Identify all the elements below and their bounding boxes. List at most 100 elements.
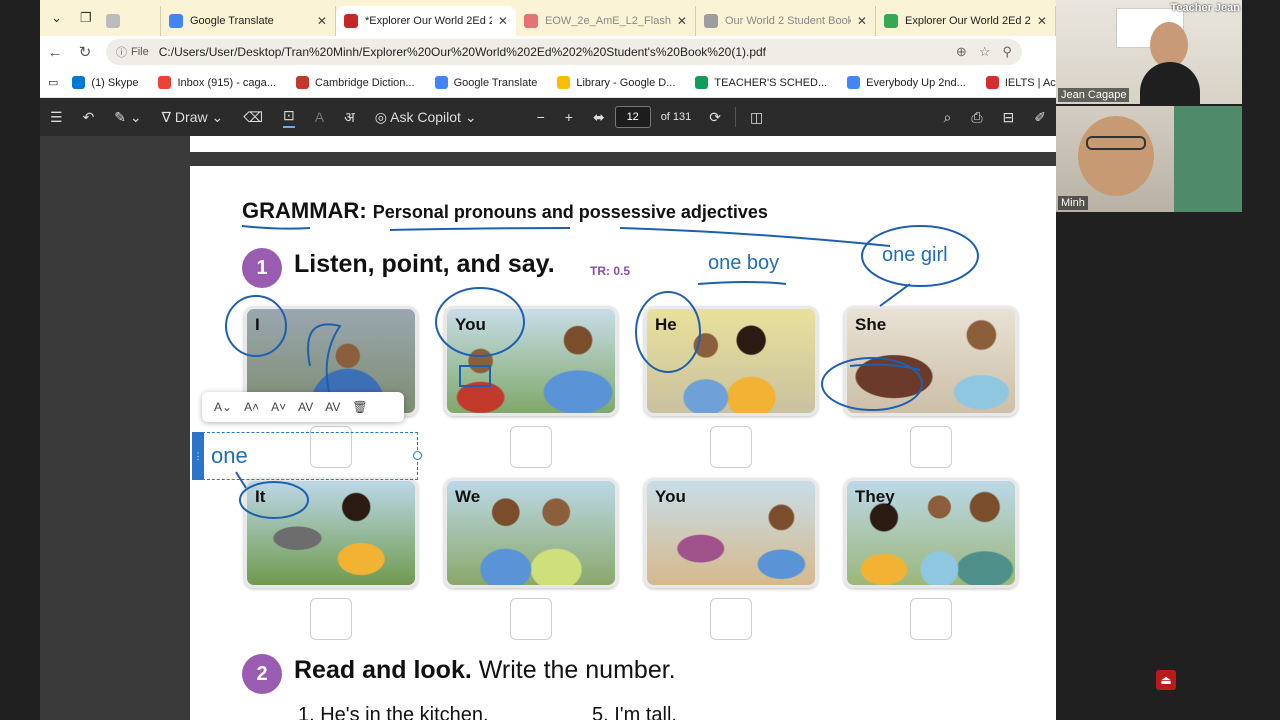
- bookmarks-bar: ▭ (1) Skype Inbox (915) - caga... Cambri…: [40, 68, 1056, 98]
- page-number-input[interactable]: 12: [614, 106, 651, 128]
- tab-explorer-drive[interactable]: Explorer Our World 2Ed 2 SE✕: [876, 6, 1056, 36]
- cambridge-icon: [295, 76, 309, 89]
- tab-strip: ⌄ ❐ Google Translate ✕ *Explorer Our Worl…: [40, 0, 1056, 36]
- contents-icon[interactable]: ☰: [50, 109, 63, 126]
- save-as-icon[interactable]: ✐: [1034, 109, 1046, 126]
- document-area[interactable]: GRAMMAR: Personal pronouns and possessiv…: [40, 136, 1056, 720]
- ink-underline: [241, 225, 311, 230]
- ink-underline: [619, 227, 891, 247]
- text-style-icon[interactable]: A: [315, 109, 324, 125]
- text-box-editor[interactable]: ⋮ one: [192, 432, 422, 480]
- text-box-value[interactable]: one: [211, 443, 248, 469]
- ink-circle: [225, 295, 287, 357]
- save-icon[interactable]: ⊟: [1003, 109, 1015, 126]
- bookmark-cambridge[interactable]: Cambridge Diction...: [295, 76, 415, 89]
- tab-explorer-pdf-active[interactable]: *Explorer Our World 2Ed 2 S ✕: [335, 6, 516, 36]
- bookmark-library[interactable]: Library - Google D...: [557, 76, 675, 89]
- google-translate-icon: [434, 76, 448, 89]
- tab-search-button[interactable]: ⌄: [44, 5, 69, 31]
- info-icon: ⓘ: [116, 47, 127, 59]
- print-icon[interactable]: ⎙: [971, 109, 982, 126]
- ink-box: [459, 365, 491, 387]
- workspaces-icon: ❐: [79, 10, 92, 25]
- zoom-in-icon[interactable]: +: [565, 109, 573, 125]
- address-row: ← ↻ ⓘ File C:/Users/User/Desktop/Tran%20…: [40, 36, 1056, 68]
- back-icon[interactable]: ←: [40, 44, 70, 61]
- bookmark-skype[interactable]: (1) Skype: [72, 76, 138, 89]
- screen: ⌄ ❐ Google Translate ✕ *Explorer Our Worl…: [0, 0, 1280, 720]
- close-icon[interactable]: ✕: [1037, 14, 1047, 28]
- ink-text-one-boy: one boy: [708, 252, 780, 274]
- increase-spacing-icon[interactable]: AV: [298, 400, 313, 414]
- undo-icon[interactable]: ↶: [83, 109, 95, 126]
- ink-underline: [389, 227, 571, 231]
- ask-copilot-button[interactable]: ◎ Ask Copilot ⌄: [375, 109, 477, 126]
- student-video-tile: Minh: [1056, 106, 1242, 212]
- ink-underline: [697, 281, 787, 285]
- resize-handle[interactable]: [413, 451, 422, 460]
- tab-student-book[interactable]: Our World 2 Student Book - ✕: [696, 6, 876, 36]
- bookmark-everybody-up[interactable]: Everybody Up 2nd...: [847, 76, 966, 89]
- teacher-video-tile: Teacher Jean Jean Cagape: [1056, 0, 1242, 104]
- person-icon: [1078, 116, 1154, 196]
- ink-line: [879, 283, 911, 307]
- gmail-icon: [158, 76, 172, 89]
- decrease-font-icon[interactable]: A˅: [271, 400, 286, 414]
- pdf-icon: [343, 14, 358, 28]
- add-text-icon[interactable]: ⊡: [283, 107, 295, 128]
- pdf-icon: [523, 14, 538, 28]
- bookmark-star-icon[interactable]: ☆: [979, 44, 991, 60]
- ink-circle: [239, 481, 309, 519]
- apps-icon[interactable]: ▭: [48, 76, 58, 89]
- bookmark-ielts[interactable]: IELTS | Academic t: [985, 76, 1056, 89]
- close-icon[interactable]: ✕: [317, 14, 327, 28]
- person-body: [1140, 62, 1200, 104]
- copilot-icon: ◎: [374, 108, 391, 125]
- bookmark-teachers-schedule[interactable]: TEACHER'S SCHED...: [695, 76, 827, 89]
- font-color-icon[interactable]: A⌄: [214, 400, 232, 414]
- bookmark-gmail[interactable]: Inbox (915) - caga...: [158, 76, 276, 89]
- page-view-icon[interactable]: ◫: [750, 109, 763, 126]
- fit-page-icon[interactable]: ⬌: [593, 109, 605, 126]
- address-bar[interactable]: ⓘ File C:/Users/User/Desktop/Tran%20Minh…: [106, 39, 1022, 65]
- previous-page-bottom: [190, 136, 1056, 152]
- delete-icon[interactable]: 🗑: [352, 400, 367, 414]
- text-format-toolbar: A⌄ A˄ A˅ AV AV 🗑: [202, 392, 404, 422]
- tab-0[interactable]: [98, 6, 161, 36]
- workspaces-button[interactable]: ❐: [73, 5, 98, 31]
- reload-icon[interactable]: ↻: [70, 43, 100, 61]
- background-pattern: [1174, 106, 1242, 212]
- zoom-icon[interactable]: ⊕: [956, 44, 967, 60]
- acrobat-icon[interactable]: ⏏: [1156, 670, 1176, 690]
- draw-button[interactable]: ∇ Draw ⌄: [162, 109, 224, 126]
- highlight-icon[interactable]: ✎ ⌄: [114, 109, 141, 126]
- bookmark-google-translate[interactable]: Google Translate: [434, 76, 537, 89]
- close-icon[interactable]: ✕: [498, 14, 508, 28]
- increase-font-icon[interactable]: A˄: [244, 400, 259, 414]
- close-icon[interactable]: ✕: [857, 14, 867, 28]
- ink-circle: [635, 291, 701, 373]
- pdf-toolbar: ☰ ↶ ✎ ⌄ ∇ Draw ⌄ ⌫ ⊡ A अ ◎ Ask Copilot ⌄…: [40, 98, 1056, 136]
- pdf-page[interactable]: GRAMMAR: Personal pronouns and possessiv…: [190, 166, 1056, 720]
- tab-google-translate[interactable]: Google Translate ✕: [161, 6, 336, 36]
- book-icon: [703, 14, 718, 28]
- decrease-spacing-icon[interactable]: AV: [325, 400, 340, 414]
- extensions-icon[interactable]: ⚲: [1002, 44, 1012, 60]
- search-icon[interactable]: ⌕: [943, 109, 951, 126]
- browser-window: ⌄ ❐ Google Translate ✕ *Explorer Our Worl…: [40, 0, 1056, 720]
- close-icon[interactable]: ✕: [677, 14, 687, 28]
- google-translate-icon: [168, 14, 183, 28]
- pen-icon: ∇: [161, 108, 175, 125]
- drag-handle-icon[interactable]: ⋮: [192, 432, 204, 480]
- tab-flashcards[interactable]: EOW_2e_AmE_L2_Flashcards✕: [516, 6, 696, 36]
- read-aloud-icon[interactable]: अ: [344, 108, 355, 127]
- skype-icon: [72, 76, 86, 89]
- eraser-icon[interactable]: ⌫: [243, 109, 263, 126]
- ink-circle: [821, 357, 923, 411]
- rotate-icon[interactable]: ⟳: [709, 109, 721, 126]
- ielts-icon: [985, 76, 999, 89]
- page-total: of 131: [660, 111, 692, 123]
- zoom-out-icon[interactable]: −: [537, 109, 545, 125]
- sheets-icon: [695, 76, 709, 89]
- url-text[interactable]: C:/Users/User/Desktop/Tran%20Minh/Explor…: [159, 45, 944, 59]
